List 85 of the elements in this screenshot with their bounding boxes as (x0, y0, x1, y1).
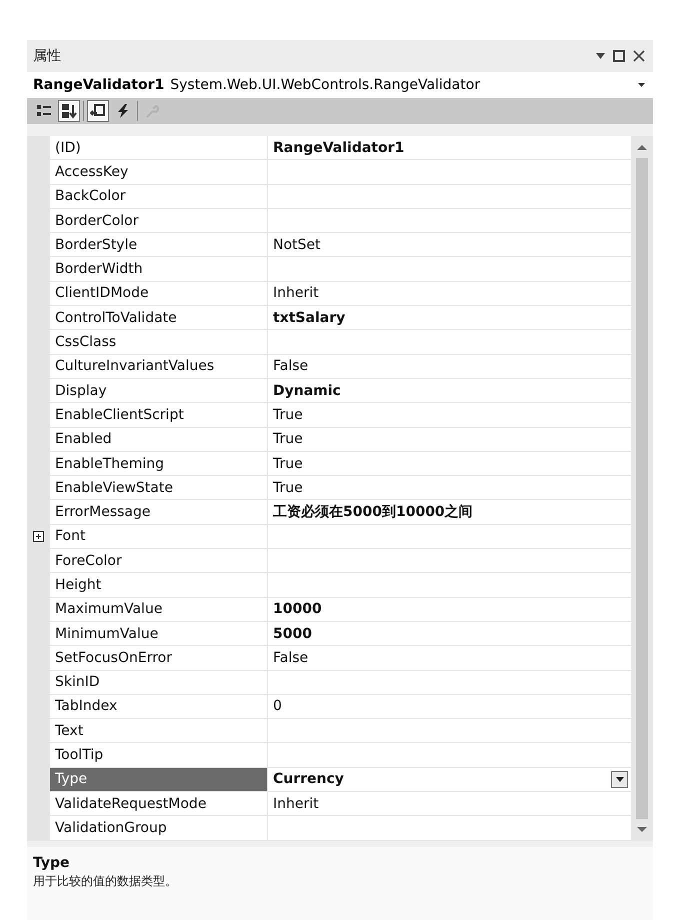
window-title: 属性 (33, 47, 62, 65)
property-value: txtSalary (273, 310, 346, 326)
object-type: System.Web.UI.WebControls.RangeValidator (170, 77, 482, 93)
property-name[interactable]: ToolTip (50, 743, 268, 768)
property-name[interactable]: EnableTheming (50, 452, 268, 476)
value-cell[interactable]: 5000 (268, 622, 631, 646)
property-name[interactable]: SkinID (50, 670, 268, 695)
sort-icon (61, 103, 77, 119)
property-value: 0 (273, 698, 283, 714)
dropdown-icon[interactable] (596, 53, 605, 59)
property-name[interactable]: MaximumValue (50, 598, 268, 622)
properties-icon (90, 103, 106, 119)
property-name[interactable]: Height (50, 573, 268, 598)
property-value: RangeValidator1 (273, 140, 406, 156)
property-name[interactable]: Display (50, 378, 268, 404)
property-name[interactable]: ForeColor (50, 549, 268, 574)
value-cell[interactable]: True (268, 476, 631, 500)
object-name: RangeValidator1 (33, 77, 164, 93)
value-cell[interactable]: txtSalary (268, 306, 631, 330)
scrollbar[interactable] (631, 136, 653, 841)
value-cell[interactable]: False (268, 354, 631, 379)
categorized-icon (36, 103, 52, 119)
value-cell[interactable]: True (268, 428, 631, 452)
value-cell[interactable]: 0 (268, 694, 631, 720)
property-name[interactable]: BorderWidth (50, 257, 268, 282)
toolbar-button[interactable] (58, 100, 80, 122)
property-name[interactable]: TabIndex (50, 694, 268, 720)
property-name[interactable]: Text (50, 719, 268, 744)
caret-icon (616, 776, 624, 782)
dropdown-icon[interactable] (638, 83, 645, 87)
value-cell[interactable]: 10000 (268, 598, 631, 622)
property-value: Inherit (273, 285, 320, 302)
dropdown-button[interactable] (611, 770, 628, 788)
property-value: 5000 (273, 626, 313, 642)
value-cell[interactable]: NotSet (268, 233, 631, 258)
value-cell[interactable]: Inherit (268, 282, 631, 306)
value-cell[interactable]: Inherit (268, 792, 631, 816)
value-cell[interactable]: Dynamic (268, 378, 631, 404)
property-name[interactable]: CssClass (50, 330, 268, 355)
expand-icon[interactable] (33, 531, 44, 542)
value-cell[interactable]: True (268, 452, 631, 476)
property-name[interactable]: AccessKey (50, 160, 268, 185)
property-name[interactable]: Enabled (50, 428, 268, 452)
value-cell[interactable]: True (268, 403, 631, 428)
property-name[interactable]: Type (50, 768, 268, 792)
description-text: 用于比较的值的数据类型。 (33, 872, 178, 890)
property-name[interactable]: Font (50, 524, 268, 550)
property-name[interactable]: MinimumValue (50, 622, 268, 646)
property-name[interactable]: EnableViewState (50, 476, 268, 500)
property-name[interactable]: SetFocusOnError (50, 646, 268, 671)
toolbar-button[interactable] (87, 100, 109, 122)
property-name[interactable]: BorderColor (50, 208, 268, 234)
property-value: Inherit (273, 796, 320, 812)
scroll-thumb[interactable] (636, 158, 648, 819)
property-value: False (273, 650, 310, 666)
scroll-up-icon[interactable] (637, 144, 647, 152)
property-value: Dynamic (273, 382, 342, 399)
property-name[interactable]: BackColor (50, 184, 268, 209)
property-value: True (273, 406, 304, 423)
property-name[interactable]: ErrorMessage (50, 500, 268, 525)
property-value: Currency (273, 771, 345, 788)
property-value: False (273, 358, 310, 374)
property-name[interactable]: EnableClientScript (50, 403, 268, 428)
description-title: Type (33, 854, 71, 871)
value-cell[interactable]: Currency (268, 768, 631, 792)
property-value: NotSet (273, 236, 322, 253)
property-name[interactable]: ControlToValidate (50, 306, 268, 330)
property-name[interactable]: ValidateRequestMode (50, 792, 268, 816)
property-value: 10000 (273, 601, 323, 618)
property-value: True (273, 431, 304, 448)
scroll-down-icon[interactable] (637, 824, 647, 833)
value-cell[interactable]: RangeValidator1 (268, 136, 631, 160)
property-name[interactable]: (ID) (50, 136, 268, 160)
value-cell[interactable]: 工资必须在5000到10000之间 (268, 500, 631, 525)
property-value: 工资必须在5000到10000之间 (273, 503, 474, 522)
close-icon[interactable] (633, 50, 645, 62)
property-name[interactable]: BorderStyle (50, 233, 268, 258)
property-name[interactable]: ValidationGroup (50, 816, 268, 841)
value-cell[interactable]: False (268, 646, 631, 671)
property-value: True (273, 480, 304, 496)
lightning-icon (115, 103, 131, 119)
property-name[interactable]: ClientIDMode (50, 282, 268, 306)
maximize-icon[interactable] (613, 50, 625, 62)
property-value: True (273, 456, 304, 472)
property-name[interactable]: CultureInvariantValues (50, 354, 268, 379)
